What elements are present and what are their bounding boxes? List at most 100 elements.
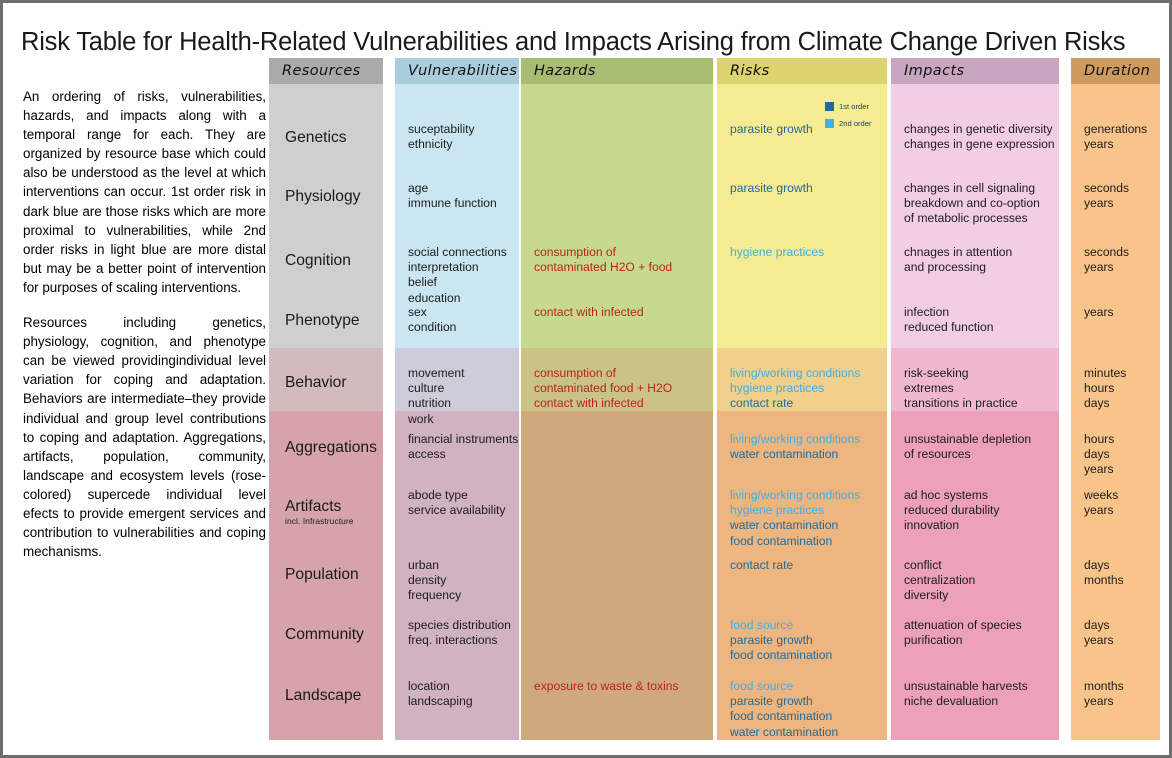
cell-duration-community: days years [1071, 618, 1160, 648]
resource-label-behavior: Behavior [269, 374, 383, 391]
column-body-risks: parasite growth parasite growth hygiene pr… [717, 84, 887, 740]
cell-duration-aggregations: hours days years [1071, 432, 1160, 478]
resource-name: Artifacts [285, 498, 342, 515]
duration-item: years [1084, 694, 1114, 709]
cell-vulnerabilities-population: urban density frequency [395, 558, 519, 604]
vulnerabilitie-item: urban [408, 558, 439, 572]
description-paragraph-2: Resources including genetics, physiology… [23, 315, 266, 560]
legend-item-second-order: 2nd order [825, 117, 872, 130]
cell-impacts-ecosystem: degraded ecosystemservices [891, 739, 1059, 740]
duration-item: years [1084, 196, 1114, 211]
vulnerabilitie-item: access [408, 447, 446, 462]
resource-name: Behavior [285, 374, 347, 391]
duration-item: weeks [1084, 488, 1119, 502]
resource-name: Physiology [285, 188, 361, 205]
risk-item-second-order: temperature [730, 739, 882, 740]
cell-impacts-landscape: unsustainable harvests niche devaluation [891, 679, 1059, 709]
risk-item-second-order: living/working conditions [730, 432, 861, 446]
risk-item-first-order: food contamination [730, 648, 833, 663]
cell-vulnerabilities-aggregations: financial instruments access [395, 432, 519, 462]
impact-item: transitions in practice [904, 396, 1018, 411]
vulnerabilitie-item: education [408, 290, 461, 305]
impact-item: conflict [904, 558, 942, 572]
legend-item-first-order: 1st order [825, 100, 872, 113]
impact-item: extremes [904, 381, 954, 396]
impact-item: degraded ecosystem [904, 739, 1054, 740]
vulnerabilitie-item: ethnicity [408, 137, 453, 152]
cell-vulnerabilities-physiology: age immune function [395, 181, 519, 211]
resource-label-phenotype: Phenotype [269, 312, 383, 329]
impact-item: niche devaluation [904, 694, 999, 709]
cell-vulnerabilities-cognition: social connections interpretation belief ed… [395, 245, 519, 306]
impact-item: centralization [904, 573, 976, 588]
cell-duration-cognition: seconds years [1071, 245, 1160, 275]
impact-item: innovation [904, 518, 960, 533]
description-text: An ordering of risks, vulnerabilities, h… [23, 87, 266, 561]
duration-item: years [1084, 462, 1114, 477]
cell-impacts-artifacts: ad hoc systems reduced durability innovati… [891, 488, 1059, 534]
impact-item: changes in cell signaling [904, 181, 1036, 195]
duration-item: days [1084, 447, 1110, 462]
cell-duration-landscape: months years [1071, 679, 1160, 709]
hazard-item: exposure to waste & toxins [534, 679, 679, 693]
column-body-impacts: changes in genetic diversity changes in g… [891, 84, 1059, 740]
impact-item: changes in genetic diversity [904, 122, 1053, 136]
resource-name: Phenotype [285, 312, 360, 329]
vulnerabilitie-item: density [408, 573, 447, 588]
vulnerabilitie-item: work [408, 411, 434, 426]
impact-item: changes in gene expression [904, 137, 1055, 152]
risk-item-first-order: parasite growth [730, 694, 813, 709]
vulnerabilitie-item: service availability [408, 503, 506, 518]
cell-duration-behavior: minutes hours days [1071, 366, 1160, 412]
column-vulnerabilities: Vulnerabilities suceptability ethnicity age… [395, 58, 519, 740]
cell-impacts-genetics: changes in genetic diversity changes in g… [891, 122, 1059, 152]
impact-item: diversity [904, 588, 949, 603]
column-body-resources: Genetics Physiology Cognition Phenotype Beha… [269, 84, 383, 740]
column-header-vulnerabilities: Vulnerabilities [395, 58, 519, 84]
cell-hazards-landscape: exposure to waste & toxins [521, 679, 713, 694]
impact-item: reduced durability [904, 503, 1000, 518]
vulnerabilitie-item: freq. interactions [408, 633, 498, 648]
column-body-duration: generations years seconds years seconds years… [1071, 84, 1160, 740]
cell-duration-artifacts: weeks years [1071, 488, 1160, 518]
risk-item-first-order: parasite growth [730, 181, 813, 195]
resource-label-landscape: Landscape [269, 687, 383, 704]
vulnerabilitie-item: interpretation [408, 260, 479, 275]
hazard-item: consumption of [534, 245, 617, 259]
risk-item-second-order: living/working conditions [730, 488, 861, 502]
cell-duration-genetics: generations years [1071, 122, 1160, 152]
vulnerabilitie-item: financial instruments [408, 432, 519, 446]
duration-item: hours [1084, 381, 1115, 396]
duration-item: years [1084, 305, 1114, 319]
description-paragraph-1: An ordering of risks, vulnerabilities, h… [23, 89, 266, 295]
cell-vulnerabilities-artifacts: abode type service availability [395, 488, 519, 518]
vulnerabilitie-item: abode type [408, 488, 468, 502]
column-header-risks: Risks [717, 58, 887, 84]
duration-item: months [1084, 573, 1124, 588]
duration-item: years [1084, 503, 1114, 518]
risk-item-second-order: living/working conditions [730, 366, 861, 380]
duration-item: months [1084, 679, 1124, 693]
impact-item: unsustainable depletion [904, 432, 1032, 446]
hazard-item: consumption of [534, 366, 617, 380]
cell-impacts-physiology: changes in cell signaling breakdown and c… [891, 181, 1059, 227]
cell-vulnerabilities-landscape: location landscaping [395, 679, 519, 709]
cell-impacts-population: conflict centralization diversity [891, 558, 1059, 604]
column-body-vulnerabilities: suceptability ethnicity age immune function… [395, 84, 519, 740]
cell-risks-physiology: parasite growth [717, 181, 887, 196]
impact-item: infection [904, 305, 950, 319]
vulnerabilitie-item: social connections [408, 245, 507, 259]
cell-impacts-community: attenuation of species purification [891, 618, 1059, 648]
cell-duration-population: days months [1071, 558, 1160, 588]
resource-name: Cognition [285, 252, 351, 269]
impact-item: breakdown and co-option [904, 196, 1040, 211]
cell-impacts-phenotype: infection reduced function [891, 305, 1059, 335]
vulnerabilitie-item: species distribution [408, 618, 511, 632]
column-risks: Risks parasite growth parasite growth hygie… [717, 58, 887, 740]
vulnerabilitie-item: immune function [408, 196, 497, 211]
cell-vulnerabilities-genetics: suceptability ethnicity [395, 122, 519, 152]
risk-item-second-order: hygiene practices [730, 381, 825, 396]
impact-item: reduced function [904, 320, 994, 335]
cell-impacts-cognition: chnages in attention and processing [891, 245, 1059, 275]
impact-item: of resources [904, 447, 971, 462]
